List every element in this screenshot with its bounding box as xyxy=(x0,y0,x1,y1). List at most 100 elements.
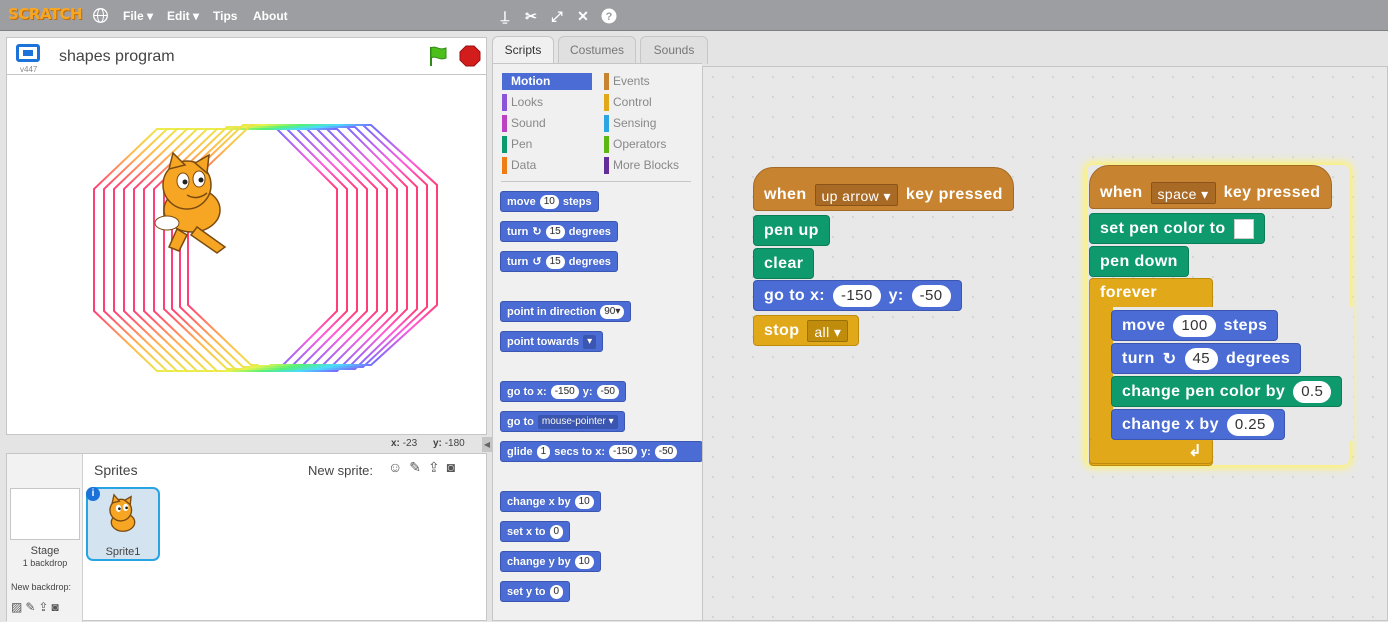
palette-point-towards-block[interactable]: point towards ▾ xyxy=(500,331,604,352)
category-events[interactable]: Events xyxy=(604,73,694,90)
upload-backdrop-icon[interactable]: ⇪ xyxy=(38,600,48,614)
collapse-stage-button[interactable]: ◀ xyxy=(482,437,492,452)
tab-sounds[interactable]: Sounds xyxy=(640,36,708,64)
pen-up-block[interactable]: pen up xyxy=(753,215,830,246)
backdrop-count: 1 backdrop xyxy=(22,558,68,568)
palette-change-y-block[interactable]: change y by 10 xyxy=(500,551,601,572)
looks-color-swatch xyxy=(502,94,507,111)
green-flag-icon[interactable] xyxy=(427,45,449,67)
move-steps-block[interactable]: move 100 steps xyxy=(1111,310,1279,341)
shrink-icon[interactable]: ✕ xyxy=(574,7,592,25)
tab-costumes[interactable]: Costumes xyxy=(558,36,636,64)
stage-label: Stage xyxy=(30,545,60,557)
stage-canvas[interactable] xyxy=(6,74,487,435)
sprites-pane: Stage 1 backdrop New backdrop: ▨ ✎ ⇪ ◙ S… xyxy=(6,453,487,622)
version-label: v447 xyxy=(20,65,38,74)
when-up-arrow-pressed-block[interactable]: when up arrow ▾ key pressed xyxy=(753,167,1014,211)
camera-sprite-icon[interactable]: ◙ xyxy=(447,459,455,476)
clear-block[interactable]: clear xyxy=(753,248,815,279)
project-title[interactable]: shapes program xyxy=(59,48,175,66)
pen-down-block[interactable]: pen down xyxy=(1089,246,1189,277)
menu-file[interactable]: File ▾ xyxy=(123,9,153,23)
palette-set-x-block[interactable]: set x to 0 xyxy=(500,521,571,542)
category-pen[interactable]: Pen xyxy=(502,136,592,153)
rotate-cw-icon: ↻ xyxy=(1162,350,1177,368)
stop-sign-icon[interactable] xyxy=(459,45,481,67)
stop-block[interactable]: stop all ▾ xyxy=(753,315,860,346)
category-sound[interactable]: Sound xyxy=(502,115,592,132)
palette-goto-xy-block[interactable]: go to x: -150 y: -50 xyxy=(500,381,626,402)
stop-dropdown[interactable]: all ▾ xyxy=(807,319,849,342)
sprite-name: Sprite1 xyxy=(105,546,141,558)
menu-about[interactable]: About xyxy=(253,9,288,23)
rotate-cw-icon: ↻ xyxy=(532,226,542,238)
turn-degrees-block[interactable]: turn ↻ 45 degrees xyxy=(1111,343,1302,374)
upload-sprite-icon[interactable]: ⇪ xyxy=(428,459,440,476)
backdrop-library-icon[interactable]: ▨ xyxy=(11,600,22,614)
paint-backdrop-icon[interactable]: ✎ xyxy=(25,600,35,614)
new-sprite-tools: ☺ ✎ ⇪ ◙ xyxy=(388,459,455,476)
category-operators[interactable]: Operators xyxy=(604,136,694,153)
category-looks[interactable]: Looks xyxy=(502,94,592,111)
category-motion[interactable]: Motion xyxy=(502,73,592,90)
data-color-swatch xyxy=(502,157,507,174)
set-pen-color-block[interactable]: set pen color to xyxy=(1089,213,1265,244)
palette-move-block[interactable]: move 10 steps xyxy=(500,191,599,212)
change-x-block[interactable]: change x by 0.25 xyxy=(1111,409,1285,440)
change-pen-color-block[interactable]: change pen color by 0.5 xyxy=(1111,376,1343,407)
point-towards-dropdown[interactable]: ▾ xyxy=(583,334,597,349)
category-control[interactable]: Control xyxy=(604,94,694,111)
svg-text:?: ? xyxy=(606,11,613,23)
mouse-y-readout: y: -180 xyxy=(433,438,465,449)
control-color-swatch xyxy=(604,94,609,111)
cat-thumbnail-icon xyxy=(109,493,136,532)
backdrop-tools: ▨ ✎ ⇪ ◙ xyxy=(11,600,59,614)
new-backdrop-label: New backdrop: xyxy=(11,582,72,592)
menu-edit[interactable]: Edit ▾ xyxy=(167,9,199,23)
key-dropdown[interactable]: up arrow ▾ xyxy=(814,184,898,206)
menu-tips[interactable]: Tips xyxy=(213,9,237,23)
tab-scripts[interactable]: Scripts xyxy=(492,36,554,65)
sensing-color-swatch xyxy=(604,115,609,132)
motion-color-swatch xyxy=(502,73,507,90)
palette-turn-ccw-block[interactable]: turn ↺ 15 degrees xyxy=(500,251,618,272)
more-blocks-color-swatch xyxy=(604,157,609,174)
block-palette: Motion Looks Sound Pen Data Events Contr… xyxy=(492,63,703,621)
palette-glide-block[interactable]: glide 1 secs to x: -150 y: -50 xyxy=(500,441,703,462)
paint-sprite-icon[interactable]: ✎ xyxy=(409,459,421,476)
stage-thumbnail[interactable] xyxy=(10,488,80,540)
pen-color-swatch[interactable] xyxy=(1233,218,1254,239)
delete-scissors-icon[interactable]: ✂ xyxy=(522,7,540,25)
palette-change-x-block[interactable]: change x by 10 xyxy=(500,491,601,512)
sound-color-swatch xyxy=(502,115,507,132)
category-more-blocks[interactable]: More Blocks xyxy=(604,157,702,174)
goto-xy-block[interactable]: go to x: -150 y: -50 xyxy=(753,280,962,311)
pen-drawing xyxy=(93,124,438,372)
camera-backdrop-icon[interactable]: ◙ xyxy=(51,600,58,614)
globe-icon[interactable] xyxy=(92,7,109,24)
palette-point-direction-block[interactable]: point in direction 90▾ xyxy=(500,301,632,322)
sprite-thumbnail[interactable]: i Sprite1 xyxy=(86,487,160,561)
key-dropdown[interactable]: space ▾ xyxy=(1150,182,1216,204)
scratch-logo[interactable]: SCRATCH xyxy=(8,5,83,23)
presentation-mode-icon[interactable] xyxy=(16,44,40,62)
palette-divider xyxy=(501,181,691,182)
category-sensing[interactable]: Sensing xyxy=(604,115,694,132)
palette-goto-block[interactable]: go to mouse-pointer ▾ xyxy=(500,411,625,432)
category-data[interactable]: Data xyxy=(502,157,592,174)
mouse-x-readout: x: -23 xyxy=(391,438,418,449)
stage-column: Stage 1 backdrop New backdrop: ▨ ✎ ⇪ ◙ xyxy=(7,454,83,622)
menu-bar: SCRATCH File ▾ Edit ▾ Tips About ⍊ ✂ ⤢ ✕… xyxy=(0,0,1388,31)
sprite-library-icon[interactable]: ☺ xyxy=(388,459,402,476)
events-color-swatch xyxy=(604,73,609,90)
grow-icon[interactable]: ⤢ xyxy=(548,7,566,25)
palette-turn-cw-block[interactable]: turn ↻ 15 degrees xyxy=(500,221,618,242)
rotate-ccw-icon: ↺ xyxy=(532,256,542,268)
help-icon[interactable]: ? xyxy=(600,7,618,25)
when-space-pressed-block[interactable]: when space ▾ key pressed xyxy=(1089,165,1332,209)
palette-set-y-block[interactable]: set y to 0 xyxy=(500,581,571,602)
scripts-area[interactable]: when up arrow ▾ key pressed pen up clear… xyxy=(702,66,1388,621)
pen-color-swatch xyxy=(502,136,507,153)
duplicate-stamp-icon[interactable]: ⍊ xyxy=(496,7,514,25)
sprites-header: Sprites xyxy=(94,462,138,478)
